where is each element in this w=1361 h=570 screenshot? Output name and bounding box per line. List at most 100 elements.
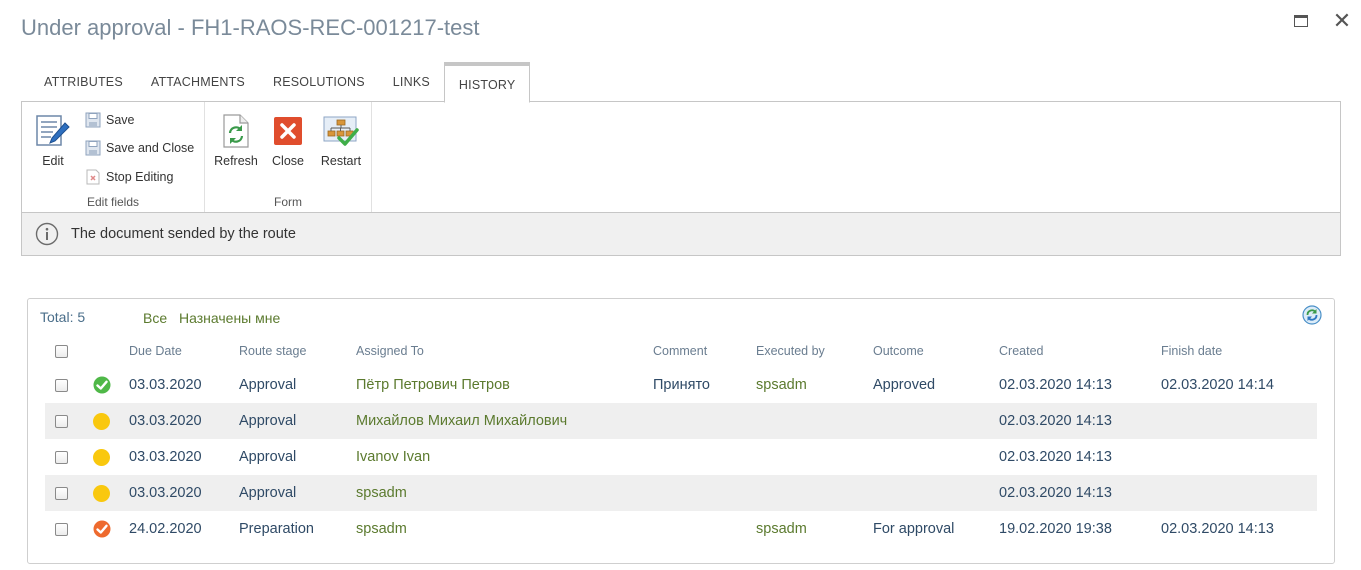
table-row[interactable]: 03.03.2020 Approval Ivanov Ivan 02.03.20… [45,439,1317,475]
close-form-label: Close [272,154,304,168]
row-checkbox-cell [55,403,68,439]
row-checkbox-cell [55,439,68,475]
filter-assigned-to-me-link[interactable]: Назначены мне [179,310,280,326]
edit-fields-group: Edit Save Save and Close Stop Editing Ed… [22,102,205,212]
approved-check-icon [93,376,111,394]
table-row[interactable]: 03.03.2020 Approval Пётр Петрович Петров… [45,367,1317,403]
executed-by-link[interactable]: spsadm [756,511,807,547]
due-date: 03.03.2020 [129,377,202,393]
close-icon: ✕ [1332,8,1352,33]
refresh-button[interactable]: Refresh [211,112,261,168]
row-checkbox-cell [55,475,68,511]
task-status-cell [93,403,110,439]
comment: Принято [653,377,710,393]
header-route-stage[interactable]: Route stage [239,335,306,367]
due-date: 24.02.2020 [129,521,202,537]
maximize-icon [1294,15,1308,27]
due-date: 03.03.2020 [129,485,202,501]
due-date: 03.03.2020 [129,413,202,429]
refresh-label: Refresh [214,154,258,168]
info-icon [35,222,59,246]
header-comment[interactable]: Comment [653,335,707,367]
completed-check-icon [93,520,111,538]
assigned-to-link[interactable]: Пётр Петрович Петров [356,367,510,403]
tab-attributes[interactable]: ATTRIBUTES [30,62,137,102]
task-status-cell [93,475,110,511]
row-checkbox[interactable] [55,414,68,428]
created: 02.03.2020 14:13 [999,413,1112,429]
history-table: Due Date Route stage Assigned To Comment… [45,335,1317,547]
tab-history[interactable]: HISTORY [443,62,531,103]
table-row[interactable]: 24.02.2020 Preparation spsadm spsadm For… [45,511,1317,547]
save-button[interactable]: Save [84,110,135,130]
select-all-checkbox-cell [55,335,68,367]
tab-bar: ATTRIBUTES ATTACHMENTS RESOLUTIONS LINKS… [30,62,531,103]
edit-button-label: Edit [42,154,64,168]
refresh-document-icon [218,112,254,150]
pending-dot-icon [93,484,110,502]
header-executed-by[interactable]: Executed by [756,335,825,367]
header-due-date[interactable]: Due Date [129,335,182,367]
table-header: Due Date Route stage Assigned To Comment… [45,335,1317,367]
window-title: Under approval - FH1-RAOS-REC-001217-tes… [21,15,480,40]
form-group-label: Form [274,195,302,209]
header-outcome[interactable]: Outcome [873,335,924,367]
tab-links[interactable]: LINKS [379,62,444,102]
header-assigned-to[interactable]: Assigned To [356,335,424,367]
created: 02.03.2020 14:13 [999,377,1112,393]
tab-resolutions[interactable]: RESOLUTIONS [259,62,379,102]
executed-by-link[interactable]: spsadm [756,367,807,403]
select-all-checkbox[interactable] [55,344,68,358]
save-close-icon [84,139,102,157]
restart-label: Restart [320,154,362,168]
pending-dot-icon [93,412,110,430]
route-stage: Preparation [239,521,314,537]
task-status-cell [93,439,110,475]
edit-button[interactable]: Edit [28,112,78,168]
outcome: Approved [873,377,936,393]
table-row[interactable]: 03.03.2020 Approval Михайлов Михаил Миха… [45,403,1317,439]
route-stage: Approval [239,377,297,393]
row-checkbox[interactable] [55,450,68,464]
route-stage: Approval [239,413,297,429]
tab-attachments[interactable]: ATTACHMENTS [137,62,259,102]
table-row[interactable]: 03.03.2020 Approval spsadm 02.03.2020 14… [45,475,1317,511]
task-status-cell [93,511,111,547]
row-checkbox[interactable] [55,378,68,392]
save-label: Save [106,113,135,127]
edit-fields-group-label: Edit fields [86,195,140,209]
restart-button[interactable]: Restart [316,112,366,168]
outcome: For approval [873,521,955,537]
ribbon: Edit Save Save and Close Stop Editing Ed… [21,101,1341,213]
finish-date: 02.03.2020 14:14 [1161,377,1274,393]
assigned-to-link[interactable]: spsadm [356,475,407,511]
assigned-to-link[interactable]: Михайлов Михаил Михайлович [356,403,567,439]
stop-editing-icon [84,168,102,186]
refresh-list-icon[interactable] [1302,305,1322,325]
stop-editing-button[interactable]: Stop Editing [84,167,173,187]
status-bar: The document sended by the route [21,212,1341,256]
save-and-close-label: Save and Close [106,141,195,155]
task-status-cell [93,367,111,403]
restart-workflow-icon [323,112,359,150]
close-form-button[interactable]: Close [263,112,313,168]
due-date: 03.03.2020 [129,449,202,465]
assigned-to-link[interactable]: spsadm [356,511,407,547]
row-checkbox[interactable] [55,522,68,536]
filter-all-link[interactable]: Все [143,310,167,326]
created: 02.03.2020 14:13 [999,485,1112,501]
save-and-close-button[interactable]: Save and Close [84,138,194,158]
row-checkbox[interactable] [55,486,68,500]
history-panel: Total: 5 Все Назначены мне Due Date Rout… [27,298,1335,564]
close-window-button[interactable]: ✕ [1331,10,1353,32]
total-count: Total: 5 [40,309,86,325]
header-created[interactable]: Created [999,335,1043,367]
row-checkbox-cell [55,511,68,547]
route-stage: Approval [239,485,297,501]
route-stage: Approval [239,449,297,465]
maximize-button[interactable] [1290,10,1312,32]
assigned-to-link[interactable]: Ivanov Ivan [356,439,430,475]
close-red-icon [270,112,306,150]
header-finish-date[interactable]: Finish date [1161,335,1222,367]
created: 19.02.2020 19:38 [999,521,1112,537]
